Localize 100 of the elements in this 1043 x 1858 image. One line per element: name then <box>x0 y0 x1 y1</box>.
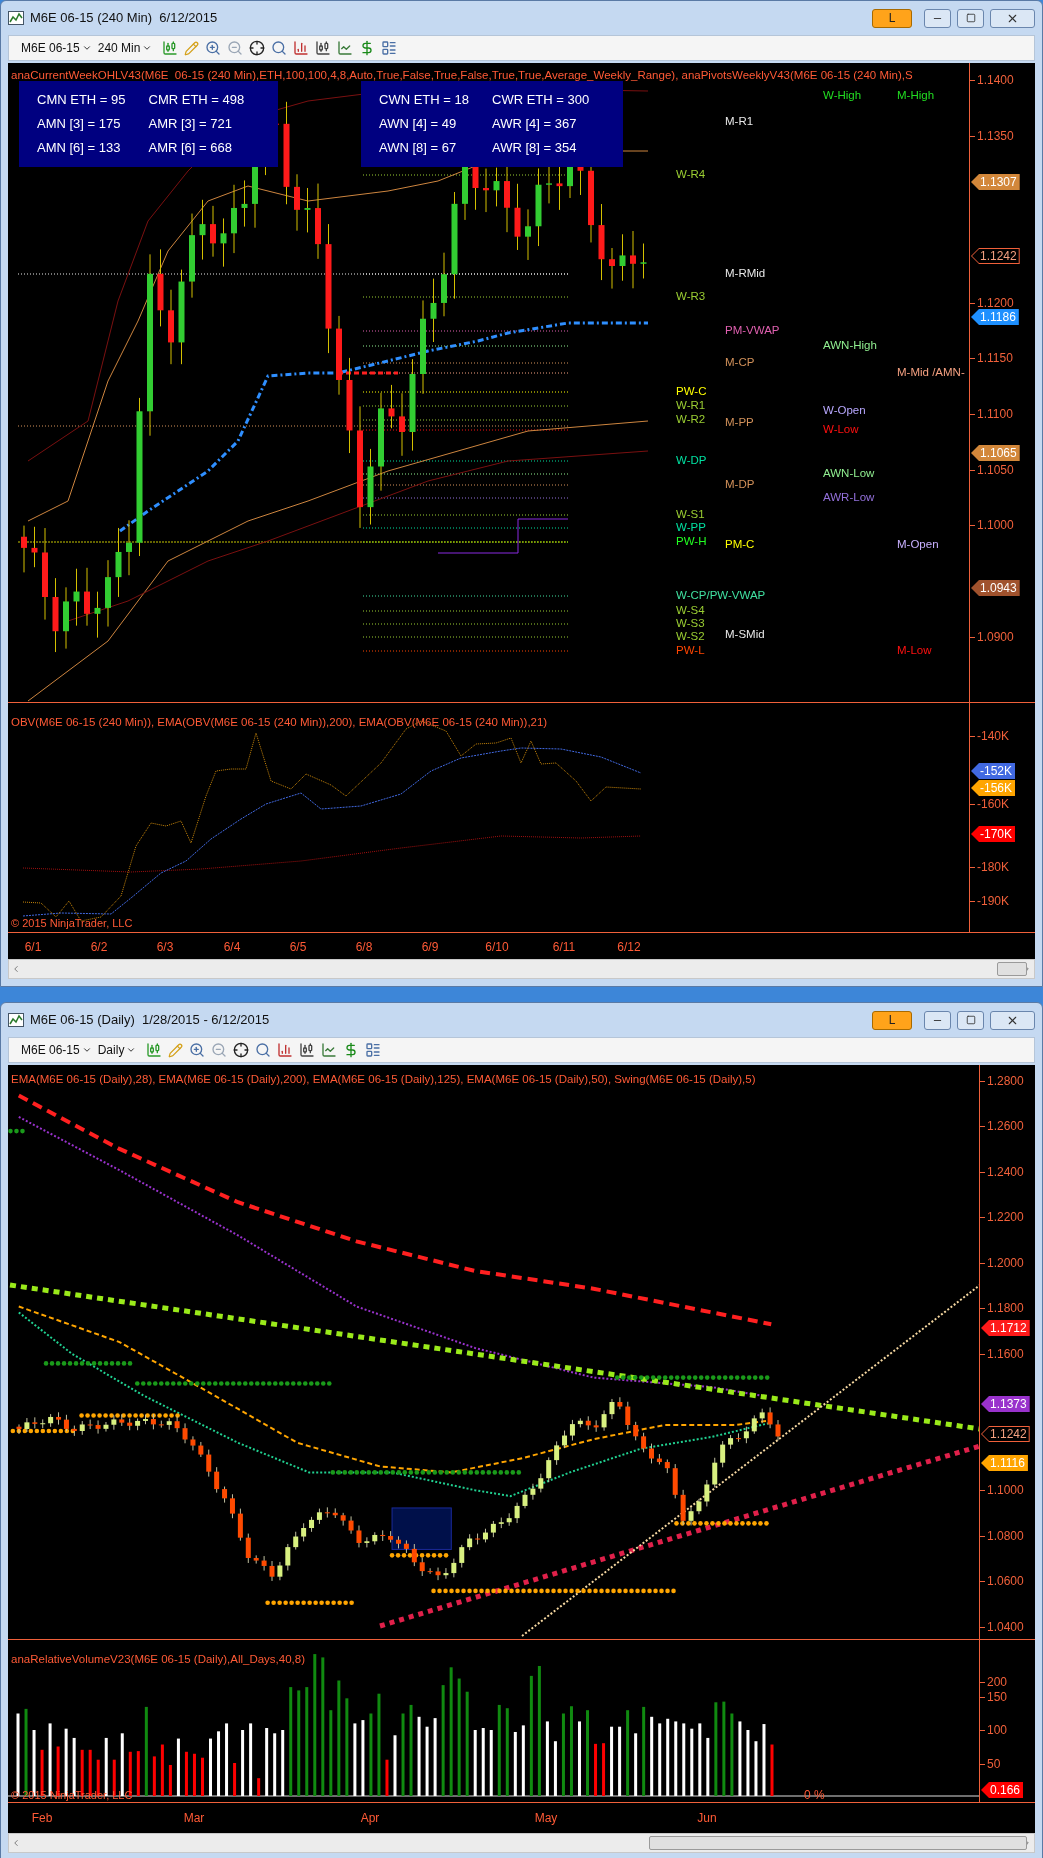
price-marker: 1.1712 <box>981 1320 1030 1336</box>
pivot-label: M-R1 <box>725 115 754 128</box>
axis-tick-label: 1.0900 <box>977 630 1014 644</box>
indicator-label: anaCurrentWeekOHLV43(M6E 06-15 (240 Min),ETH,100,100,4,8,Auto,True,False,True,False,True,True,Average_Weekly_Range), anaPivotsWeeklyV43(M6E 06-15 (240 Min),S <box>11 68 913 82</box>
date-label: 6/8 <box>355 939 373 956</box>
date-label: 6/2 <box>90 939 108 956</box>
axis-tick-label: 1.1200 <box>977 296 1014 310</box>
maximize-icon <box>965 13 976 23</box>
scrollbar-thumb[interactable] <box>997 962 1027 976</box>
axis-tick-label: 150 <box>987 1690 1008 1704</box>
close-button[interactable] <box>990 8 1035 28</box>
window-icon <box>365 1042 382 1058</box>
pivot-label: W-S1 <box>676 508 705 521</box>
close-button[interactable] <box>990 1010 1035 1030</box>
chart-icon <box>8 11 24 25</box>
price-marker: -152K <box>971 763 1016 779</box>
chart-icon <box>8 1013 24 1027</box>
toolbar-button[interactable] <box>249 40 266 56</box>
pivot-label: W-Open <box>823 404 866 417</box>
scrollbar-thumb[interactable] <box>649 1836 1027 1850</box>
date-label: 6/12 <box>617 939 641 956</box>
axis-tick-label: 1.0800 <box>987 1529 1024 1543</box>
line-chart-icon <box>337 40 354 56</box>
link-button[interactable]: L <box>872 8 912 28</box>
date-label: 6/3 <box>156 939 174 956</box>
pivot-label: M-CP <box>725 356 755 369</box>
link-button[interactable]: L <box>872 1010 912 1030</box>
pivot-label: M-Mid /AMN- <box>897 366 965 379</box>
axis-tick-label: 1.1600 <box>987 1347 1024 1361</box>
indicator-label: EMA(M6E 06-15 (Daily),28), EMA(M6E 06-15 (Daily),200), EMA(M6E 06-15 (Daily),125), EMA(M6E 06-15 (Daily),50), Swing(M6E 06-15 (Daily),5) <box>11 1072 756 1087</box>
pivot-label: W-PP <box>676 521 706 534</box>
maximize-icon <box>965 1015 976 1025</box>
maximize-button[interactable] <box>957 8 984 28</box>
highlight-box <box>391 1507 452 1550</box>
axis-tick-label: 200 <box>987 1675 1008 1689</box>
pivot-label: W-R2 <box>676 413 706 426</box>
stat-label: AWR [4] = 367 <box>492 116 578 132</box>
crosshair-icon <box>233 1042 250 1058</box>
pivot-label: W-DP <box>676 454 707 467</box>
indicator-label: anaRelativeVolumeV23(M6E 06-15 (Daily),All_Days,40,8) <box>11 1652 306 1667</box>
pivot-label: PM-VWAP <box>725 324 780 337</box>
caret-icon <box>142 43 153 53</box>
price-marker: 1.1186 <box>971 309 1019 325</box>
interval-dropdown[interactable]: Daily <box>97 1041 137 1059</box>
axis-tick-label: 1.2800 <box>987 1074 1024 1088</box>
date-label: Feb <box>31 1810 53 1827</box>
price-marker: -170K <box>971 826 1016 842</box>
interval-dropdown[interactable]: 240 Min <box>97 39 153 57</box>
scroll-left-icon <box>11 964 21 974</box>
instrument-dropdown[interactable]: M6E 06-15 <box>21 39 92 57</box>
minimize-button[interactable] <box>924 1010 951 1030</box>
pivot-label: PM-C <box>725 538 755 551</box>
line-chart-icon <box>321 1042 338 1058</box>
axis-tick-label: 1.2600 <box>987 1119 1024 1133</box>
pivot-label: W-S2 <box>676 630 705 643</box>
pivot-label: M-PP <box>725 416 754 429</box>
crosshair-icon <box>249 40 266 56</box>
pivot-label: W-R3 <box>676 290 706 303</box>
instrument-dropdown[interactable]: M6E 06-15 <box>21 1041 92 1059</box>
price-marker: 1.1307 <box>971 174 1020 190</box>
stat-label: CMN ETH = 95 <box>37 92 127 108</box>
pencil-icon <box>184 40 200 56</box>
date-label: 6/4 <box>223 939 241 956</box>
pivot-label: AWN-Low <box>823 467 875 480</box>
axis-tick-label: 100 <box>987 1723 1008 1737</box>
price-marker: -156K <box>971 780 1016 796</box>
stat-label: CWR ETH = 300 <box>492 92 591 108</box>
date-label: 6/10 <box>485 939 509 956</box>
maximize-button[interactable] <box>957 1010 984 1030</box>
candlestick-icon <box>146 1042 163 1058</box>
stat-label: AMN [3] = 175 <box>37 116 122 132</box>
axis-tick-label: 1.1350 <box>977 129 1014 143</box>
axis-tick-label: 1.2000 <box>987 1256 1024 1270</box>
scrollbar[interactable] <box>8 959 1035 979</box>
axis-tick-label: -190K <box>977 894 1010 908</box>
pivot-label: M-Open <box>897 538 939 551</box>
price-marker: 1.1242 <box>971 248 1020 264</box>
date-label: 6/9 <box>421 939 439 956</box>
stat-label: AMR [3] = 721 <box>148 116 233 132</box>
date-label: Apr <box>360 1810 380 1827</box>
scroll-left-icon <box>11 1838 21 1848</box>
price-marker: 1.1242 <box>981 1426 1030 1442</box>
toolbar-button[interactable] <box>315 40 332 56</box>
toolbar-button[interactable] <box>233 1042 250 1058</box>
stat-label: AWR [8] = 354 <box>492 140 578 156</box>
toolbar-button[interactable] <box>299 1042 316 1058</box>
scrollbar[interactable] <box>8 1833 1035 1853</box>
stat-label: AMN [6] = 133 <box>37 140 122 156</box>
minimize-button[interactable] <box>924 8 951 28</box>
zoom-in-icon <box>189 1042 206 1058</box>
axis-tick-label: 1.2200 <box>987 1210 1024 1224</box>
axis-tick-label: 1.2400 <box>987 1165 1024 1179</box>
pivot-label: M-Low <box>897 644 932 657</box>
axis-tick-label: 1.1800 <box>987 1301 1024 1315</box>
date-label: Mar <box>183 1810 205 1827</box>
zoom-out-icon <box>227 40 244 56</box>
pivot-label: M-RMid <box>725 267 766 280</box>
caret-icon <box>81 43 92 53</box>
copyright-label: © 2015 NinjaTrader, LLC <box>11 915 133 931</box>
pivot-label: W-R4 <box>676 168 706 181</box>
